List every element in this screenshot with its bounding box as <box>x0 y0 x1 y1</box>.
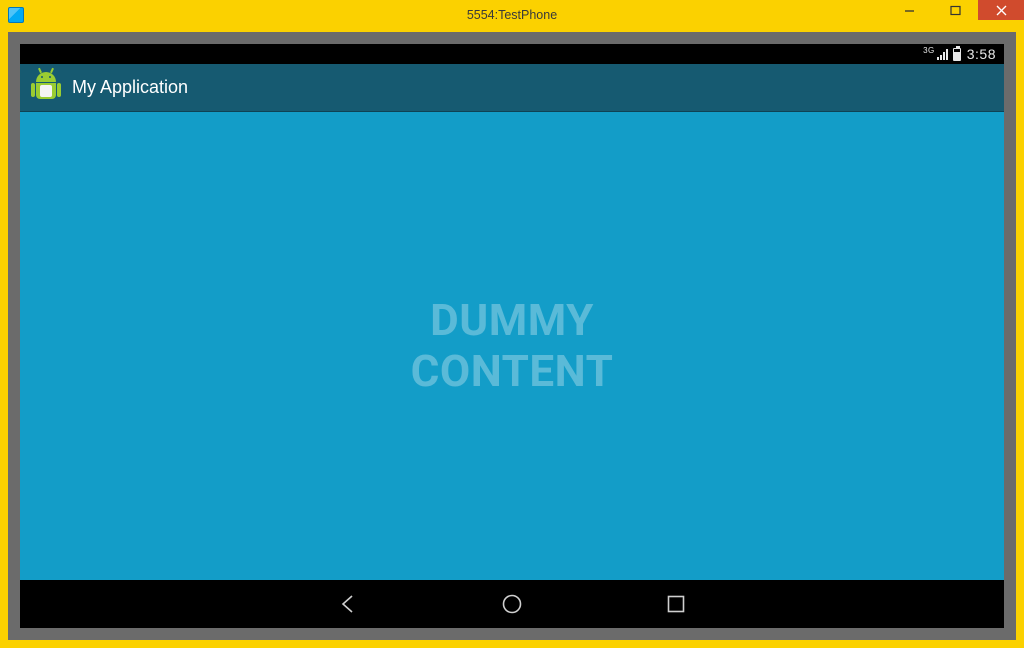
window-controls <box>886 0 1024 20</box>
window-title: 5554:TestPhone <box>0 8 1024 22</box>
battery-icon <box>953 48 961 61</box>
navigation-bar <box>20 580 1004 628</box>
app-launcher-icon[interactable] <box>32 72 60 104</box>
home-icon <box>500 592 524 616</box>
minimize-icon <box>904 5 915 16</box>
close-icon <box>996 5 1007 16</box>
device-screen: 3G 3:58 My Application D <box>20 44 1004 628</box>
close-button[interactable] <box>978 0 1024 20</box>
maximize-icon <box>950 5 961 16</box>
emulator-icon <box>8 7 24 23</box>
status-bar[interactable]: 3G 3:58 <box>20 44 1004 64</box>
recent-apps-icon <box>664 592 688 616</box>
nav-back-button[interactable] <box>336 592 360 616</box>
back-icon <box>336 592 360 616</box>
dummy-content-label: DUMMY CONTENT <box>411 295 614 396</box>
device-bezel: 3G 3:58 My Application D <box>8 32 1016 640</box>
minimize-button[interactable] <box>886 0 932 20</box>
dummy-line-1: DUMMY <box>430 294 594 346</box>
fullscreen-content[interactable]: DUMMY CONTENT <box>20 112 1004 580</box>
maximize-button[interactable] <box>932 0 978 20</box>
app-title: My Application <box>72 77 188 98</box>
nav-recent-button[interactable] <box>664 592 688 616</box>
network-label: 3G <box>923 47 935 55</box>
signal-icon <box>937 48 949 60</box>
window-frame: 5554:TestPhone 3G 3:58 <box>0 0 1024 648</box>
action-bar: My Application <box>20 64 1004 112</box>
nav-home-button[interactable] <box>500 592 524 616</box>
window-titlebar[interactable]: 5554:TestPhone <box>0 0 1024 30</box>
status-clock: 3:58 <box>967 46 996 62</box>
dummy-line-2: CONTENT <box>411 345 614 397</box>
